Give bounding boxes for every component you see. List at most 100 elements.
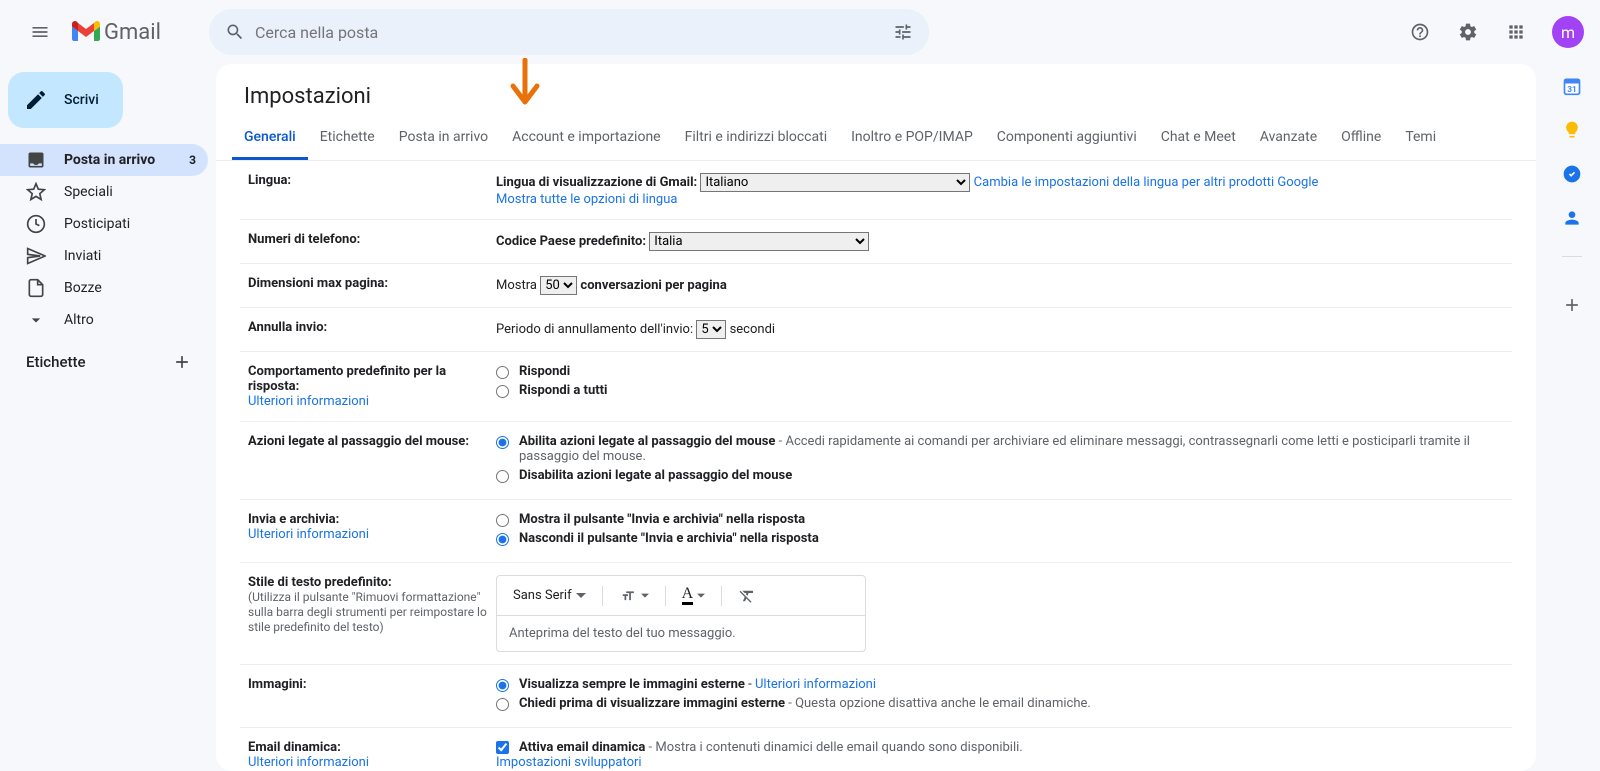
clear-formatting-button[interactable] (730, 583, 764, 609)
sa-opt2-label: Nascondi il pulsante "Invia e archivia" … (519, 531, 819, 546)
hover-opt1-label: Abilita azioni legate al passaggio del m… (519, 434, 775, 449)
send-icon (26, 246, 46, 266)
text-color-dropdown[interactable]: A (674, 582, 714, 609)
label-images: Immagini: (248, 677, 496, 715)
undo-select[interactable]: 5 (696, 320, 726, 339)
plus-icon (172, 352, 192, 372)
label-language: Lingua: (248, 173, 496, 207)
keep-icon[interactable] (1562, 120, 1582, 140)
label-undo: Annulla invio: (248, 320, 496, 339)
nav-inbox-count: 3 (189, 153, 196, 167)
font-size-dropdown[interactable] (611, 585, 657, 607)
change-lang-link[interactable]: Cambia le impostazioni della lingua per … (974, 175, 1319, 190)
row-images: Immagini: Visualizza sempre le immagini … (240, 665, 1512, 728)
sa-opt2-radio[interactable] (496, 533, 509, 546)
tab-addons[interactable]: Componenti aggiuntivi (985, 117, 1149, 160)
img-opt1-radio[interactable] (496, 679, 509, 692)
gmail-logo-text: Gmail (104, 20, 161, 45)
apps-icon (1506, 22, 1526, 42)
nav-drafts[interactable]: Bozze (0, 272, 208, 304)
pencil-icon (24, 88, 48, 112)
main-menu-button[interactable] (16, 8, 64, 56)
font-family-dropdown[interactable]: Sans Serif (505, 584, 594, 607)
hover-opt2-label: Disabilita azioni legate al passaggio de… (519, 468, 792, 483)
inbox-icon (26, 150, 46, 170)
hover-opt2-radio[interactable] (496, 470, 509, 483)
apps-button[interactable] (1496, 12, 1536, 52)
img-learn-more[interactable]: Ulteriori informazioni (755, 677, 876, 692)
reply-learn-more[interactable]: Ulteriori informazioni (248, 394, 369, 409)
tab-offline[interactable]: Offline (1329, 117, 1393, 160)
gmail-logo[interactable]: Gmail (72, 20, 161, 45)
undo-suffix: secondi (730, 322, 776, 337)
tab-inbox[interactable]: Posta in arrivo (387, 117, 500, 160)
page-size-suffix: conversazioni per pagina (580, 278, 726, 293)
font-size-icon (619, 589, 637, 603)
labels-header-text: Etichette (26, 353, 86, 371)
reply-opt2-radio[interactable] (496, 385, 509, 398)
country-code-label: Codice Paese predefinito: (496, 234, 646, 249)
send-archive-learn-more[interactable]: Ulteriori informazioni (248, 527, 369, 542)
search-bar[interactable] (209, 9, 929, 55)
img-opt2-radio[interactable] (496, 698, 509, 711)
caret-down-icon (641, 592, 649, 600)
compose-button[interactable]: Scrivi (8, 72, 123, 128)
calendar-icon[interactable]: 31 (1562, 76, 1582, 96)
tab-themes[interactable]: Temi (1393, 117, 1448, 160)
dynamic-learn-more[interactable]: Ulteriori informazioni (248, 755, 369, 770)
label-send-archive: Invia e archivia: (248, 512, 339, 527)
nav-inbox[interactable]: Posta in arrivo 3 (0, 144, 208, 176)
reply-opt1-radio[interactable] (496, 366, 509, 379)
search-options-button[interactable] (883, 12, 923, 52)
row-text-style: Stile di testo predefinito: (Utilizza il… (240, 563, 1512, 665)
tab-chat[interactable]: Chat e Meet (1149, 117, 1248, 160)
clear-format-icon (738, 587, 756, 605)
nav-sent[interactable]: Inviati (0, 240, 208, 272)
show-all-lang-link[interactable]: Mostra tutte le opzioni di lingua (496, 192, 677, 207)
search-input[interactable] (255, 23, 883, 42)
caret-down-icon (697, 592, 705, 600)
img-opt2-label: Chiedi prima di visualizzare immagini es… (519, 696, 785, 711)
settings-button[interactable] (1448, 12, 1488, 52)
add-label-button[interactable] (168, 348, 196, 376)
row-send-archive: Invia e archivia: Ulteriori informazioni… (240, 500, 1512, 563)
page-size-select[interactable]: 50 (540, 276, 577, 295)
page-size-show: Mostra (496, 278, 537, 293)
account-avatar[interactable]: m (1552, 16, 1584, 48)
country-select[interactable]: Italia (649, 232, 869, 251)
tab-filters[interactable]: Filtri e indirizzi bloccati (673, 117, 840, 160)
main-panel: Impostazioni Generali Etichette Posta in… (216, 64, 1536, 771)
gear-icon (1458, 22, 1478, 42)
nav-more[interactable]: Altro (0, 304, 208, 336)
settings-title: Impostazioni (216, 64, 1536, 117)
settings-content[interactable]: Lingua: Lingua di visualizzazione di Gma… (216, 161, 1536, 771)
dev-settings-link[interactable]: Impostazioni sviluppatori (496, 755, 642, 770)
nav-drafts-label: Bozze (64, 280, 102, 296)
sa-opt1-label: Mostra il pulsante "Invia e archivia" ne… (519, 512, 805, 527)
hamburger-icon (30, 22, 50, 42)
dynamic-checkbox[interactable] (496, 741, 509, 754)
label-reply: Comportamento predefinito per la rispost… (248, 364, 446, 394)
nav-snoozed[interactable]: Posticipati (0, 208, 208, 240)
nav-more-label: Altro (64, 312, 94, 328)
language-select[interactable]: Italiano (700, 173, 970, 192)
tasks-icon[interactable] (1562, 164, 1582, 184)
tab-advanced[interactable]: Avanzate (1248, 117, 1329, 160)
support-button[interactable] (1400, 12, 1440, 52)
tab-labels[interactable]: Etichette (308, 117, 387, 160)
sa-opt1-radio[interactable] (496, 514, 509, 527)
caret-down-icon (576, 591, 586, 601)
contacts-icon[interactable] (1562, 208, 1582, 228)
search-button[interactable] (215, 12, 255, 52)
tab-general[interactable]: Generali (232, 117, 308, 160)
hover-opt1-radio[interactable] (496, 436, 509, 449)
nav-starred[interactable]: Speciali (0, 176, 208, 208)
tab-accounts[interactable]: Account e importazione (500, 117, 672, 160)
tab-forwarding[interactable]: Inoltro e POP/IMAP (839, 117, 985, 160)
label-phone: Numeri di telefono: (248, 232, 496, 251)
document-icon (26, 278, 46, 298)
add-addon-button[interactable] (1552, 285, 1592, 325)
compose-label: Scrivi (64, 92, 99, 108)
label-page-size: Dimensioni max pagina: (248, 276, 496, 295)
gmail-logo-icon (72, 21, 100, 43)
